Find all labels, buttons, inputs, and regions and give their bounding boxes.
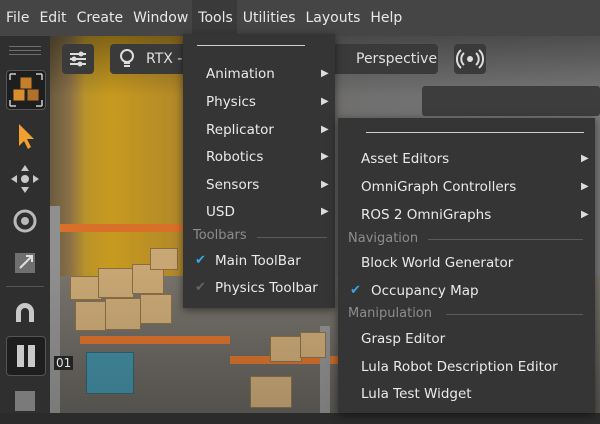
menu-item-robotics[interactable]: Robotics ▶ xyxy=(183,144,335,170)
menu-item-usd[interactable]: USD ▶ xyxy=(183,199,335,225)
menu-item-label: Main ToolBar xyxy=(215,253,301,269)
snap-button[interactable] xyxy=(6,294,44,332)
renderer-label: RTX - xyxy=(146,51,183,67)
menu-item-label: Physics Toolbar xyxy=(215,280,318,296)
menu-bar: File Edit Create Window Tools Utilities … xyxy=(0,0,600,36)
menu-item-lula-test-widget[interactable]: Lula Test Widget xyxy=(338,381,595,407)
tools-menu: Animation ▶ Physics ▶ Replicator ▶ Robot… xyxy=(183,34,335,308)
toolbar-grip-line xyxy=(9,50,41,51)
section-divider xyxy=(257,237,327,238)
menu-item-label: Animation xyxy=(206,66,275,82)
toolbar-grip-line xyxy=(9,54,41,55)
menu-item-label: Sensors xyxy=(206,177,260,193)
menu-item-replicator[interactable]: Replicator ▶ xyxy=(183,117,335,143)
checkmark-icon: ✔ xyxy=(350,283,361,298)
rotate-icon xyxy=(13,209,37,233)
menu-item-animation[interactable]: Animation ▶ xyxy=(183,61,335,87)
menu-layouts[interactable]: Layouts xyxy=(300,0,365,36)
pause-icon xyxy=(17,345,35,367)
menu-item-physics-toolbar[interactable]: ✔ Physics Toolbar xyxy=(183,275,335,301)
menu-tools[interactable]: Tools xyxy=(192,0,237,36)
menu-create[interactable]: Create xyxy=(71,0,128,36)
menu-item-omnigraph-controllers[interactable]: OmniGraph Controllers ▶ xyxy=(338,174,595,200)
menu-tearoff[interactable] xyxy=(197,45,305,46)
menu-tearoff[interactable] xyxy=(366,132,584,133)
menu-help[interactable]: Help xyxy=(364,0,406,36)
menu-item-grasp-editor[interactable]: Grasp Editor xyxy=(338,326,595,352)
viewport-overlay-panel xyxy=(422,86,600,116)
menu-window[interactable]: Window xyxy=(127,0,192,36)
menu-file[interactable]: File xyxy=(0,0,33,36)
select-cubes-icon xyxy=(9,73,43,107)
magnet-icon xyxy=(16,303,34,322)
menu-item-label: USD xyxy=(206,204,235,220)
menu-edit[interactable]: Edit xyxy=(33,0,70,36)
chevron-right-icon: ▶ xyxy=(321,151,329,162)
menu-item-label: Occupancy Map xyxy=(371,283,479,299)
menu-item-physics[interactable]: Physics ▶ xyxy=(183,89,335,115)
menu-item-label: Lula Test Widget xyxy=(361,386,472,402)
menu-item-label: OmniGraph Controllers xyxy=(361,179,517,195)
rotate-button[interactable] xyxy=(6,202,44,240)
menu-item-label: Grasp Editor xyxy=(361,331,446,347)
lightbulb-icon xyxy=(120,49,134,67)
menu-item-label: Lula Robot Description Editor xyxy=(361,359,558,375)
toolbar-grip[interactable] xyxy=(9,46,41,47)
camera-dropdown[interactable]: Perspective xyxy=(320,44,438,74)
stop-button[interactable] xyxy=(6,382,44,420)
section-divider xyxy=(428,239,583,240)
left-toolbar xyxy=(0,36,50,413)
pause-button[interactable] xyxy=(6,336,46,376)
select-arrow-button[interactable] xyxy=(6,116,44,154)
menu-item-label: Physics xyxy=(206,94,256,110)
toolbar-divider xyxy=(6,286,44,287)
menu-utilities[interactable]: Utilities xyxy=(237,0,300,36)
menu-item-ros2-omnigraphs[interactable]: ROS 2 OmniGraphs ▶ xyxy=(338,202,595,228)
cursor-arrow-icon xyxy=(19,124,34,149)
move-arrows-icon xyxy=(11,165,39,193)
menu-item-label: Asset Editors xyxy=(361,151,450,167)
robotics-submenu: Asset Editors ▶ OmniGraph Controllers ▶ … xyxy=(338,118,595,413)
menu-item-label: Replicator xyxy=(206,122,274,138)
menu-item-label: Robotics xyxy=(206,149,264,165)
section-manipulation: Manipulation xyxy=(348,306,433,321)
scale-icon xyxy=(15,253,35,273)
chevron-right-icon: ▶ xyxy=(321,124,329,135)
stream-button[interactable] xyxy=(454,44,486,74)
settings-sliders-icon xyxy=(70,51,86,67)
chevron-right-icon: ▶ xyxy=(321,206,329,217)
move-button[interactable] xyxy=(6,160,44,198)
menu-item-block-world-generator[interactable]: Block World Generator xyxy=(338,250,595,276)
camera-label: Perspective xyxy=(356,51,438,67)
menu-item-label: ROS 2 OmniGraphs xyxy=(361,207,492,223)
section-toolbars: Toolbars xyxy=(193,228,247,243)
viewport-settings-button[interactable] xyxy=(62,44,94,74)
section-navigation: Navigation xyxy=(348,231,419,246)
chevron-right-icon: ▶ xyxy=(321,179,329,190)
scale-button[interactable] xyxy=(6,244,44,282)
stop-icon xyxy=(15,391,35,411)
menu-item-occupancy-map[interactable]: ✔ Occupancy Map xyxy=(338,278,595,304)
renderer-dropdown[interactable]: RTX - xyxy=(110,44,188,74)
broadcast-icon xyxy=(455,49,485,69)
chevron-right-icon: ▶ xyxy=(321,68,329,79)
menu-item-asset-editors[interactable]: Asset Editors ▶ xyxy=(338,146,595,172)
select-mode-button[interactable] xyxy=(6,70,46,110)
menu-item-sensors[interactable]: Sensors ▶ xyxy=(183,172,335,198)
checkmark-icon: ✔ xyxy=(195,280,206,295)
chevron-right-icon: ▶ xyxy=(581,181,589,192)
section-divider xyxy=(446,314,583,315)
menu-item-main-toolbar[interactable]: ✔ Main ToolBar xyxy=(183,248,335,274)
menu-item-lula-robot-description-editor[interactable]: Lula Robot Description Editor xyxy=(338,354,595,380)
chevron-right-icon: ▶ xyxy=(321,96,329,107)
chevron-right-icon: ▶ xyxy=(581,153,589,164)
checkmark-icon: ✔ xyxy=(195,253,206,268)
chevron-right-icon: ▶ xyxy=(581,209,589,220)
menu-item-label: Block World Generator xyxy=(361,255,514,271)
